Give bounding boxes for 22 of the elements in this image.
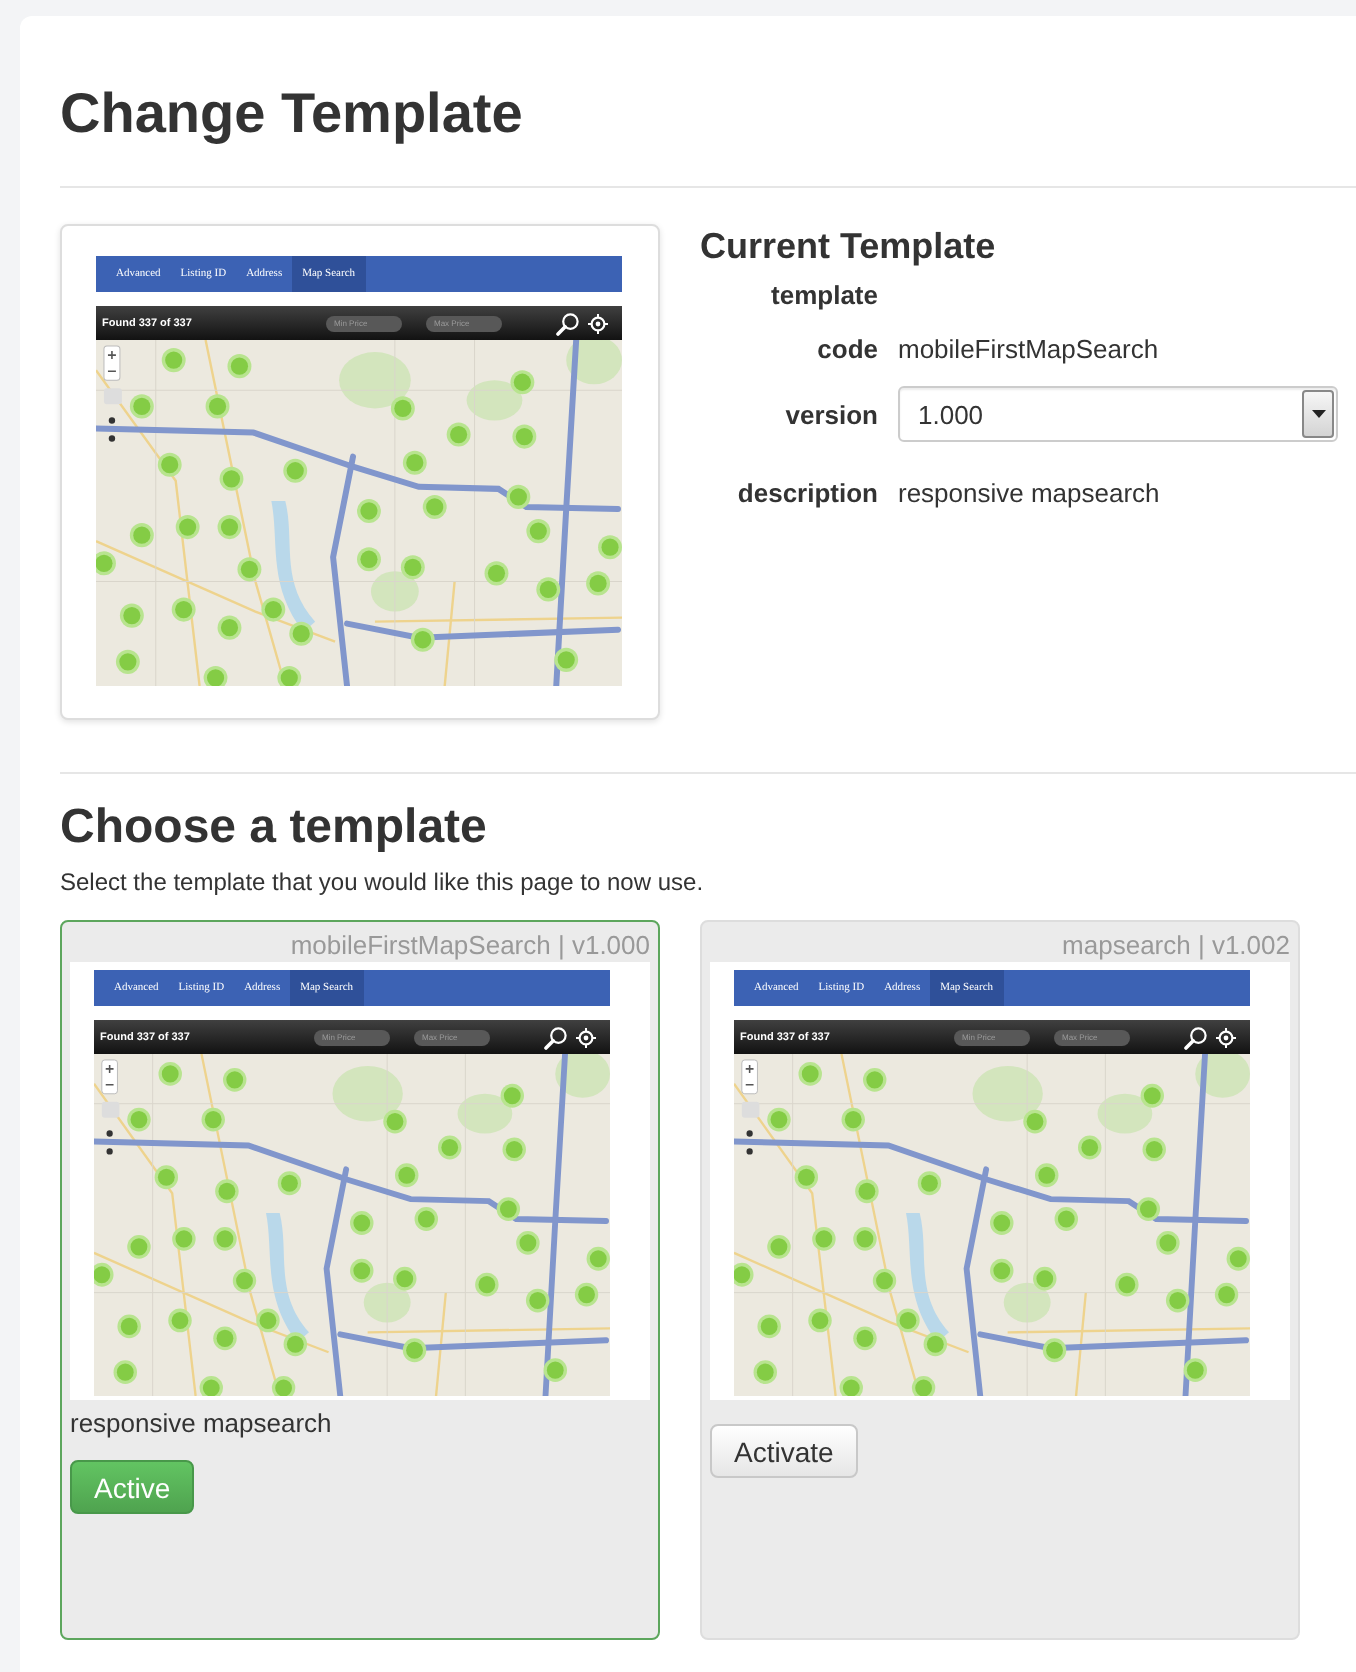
version-select[interactable]: 1.000: [898, 386, 1338, 442]
crosshair-icon[interactable]: [576, 1027, 596, 1047]
crosshair-icon[interactable]: [588, 313, 608, 333]
section-title: Current Template: [700, 224, 998, 268]
field-label: description: [735, 478, 878, 508]
template-title: mobileFirstMapSearch | v1.000: [288, 928, 650, 962]
section-title: Choose a template: [60, 800, 489, 856]
activate-button[interactable]: Activate: [710, 1424, 858, 1478]
field-label: version: [783, 399, 878, 429]
search-icon[interactable]: [556, 311, 580, 335]
field-label: code: [815, 334, 878, 364]
caret-icon[interactable]: [1302, 390, 1334, 438]
page-title: Change Template: [60, 80, 525, 148]
field-value: responsive mapsearch: [898, 478, 1160, 508]
crosshair-icon[interactable]: [1216, 1027, 1236, 1047]
field-value: mobileFirstMapSearch: [898, 334, 1159, 364]
template-title: mapsearch | v1.002: [1060, 928, 1290, 962]
template-description: responsive mapsearch: [70, 1408, 332, 1440]
field-label: template: [769, 280, 878, 310]
search-icon[interactable]: [544, 1025, 568, 1049]
search-icon[interactable]: [1184, 1025, 1208, 1049]
section-description: Select the template that you would like this page to now use.: [60, 866, 706, 898]
